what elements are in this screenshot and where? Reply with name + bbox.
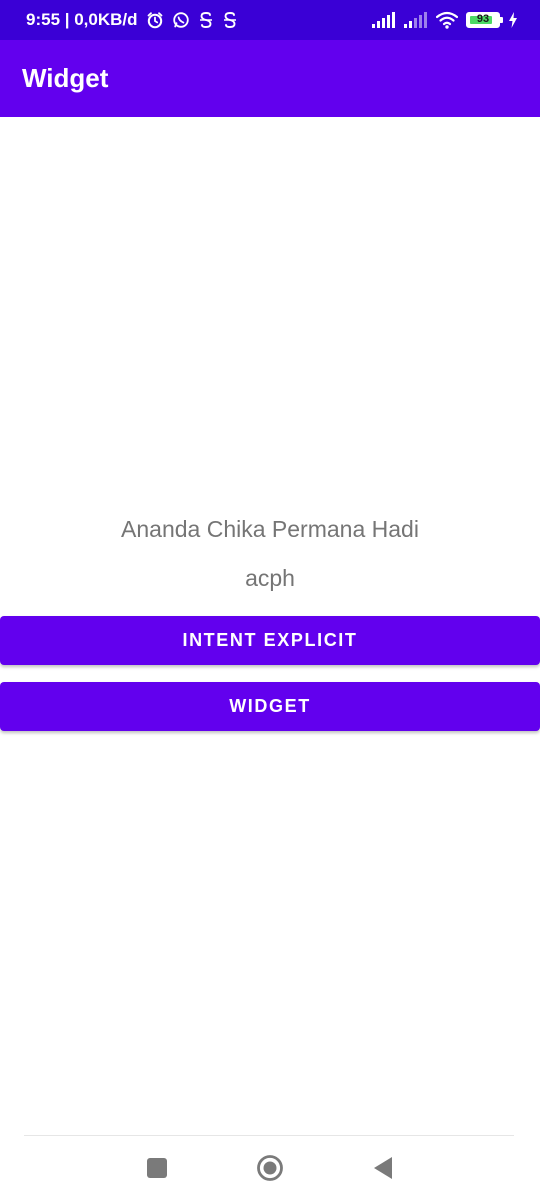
widget-button[interactable]: WIDGET	[0, 682, 540, 731]
status-time: 9:55 | 0,0KB/d	[26, 10, 138, 29]
status-right: 93	[372, 11, 518, 29]
nickname-text: acph	[245, 565, 295, 591]
s-app-icon	[223, 12, 236, 28]
status-left: 9:55 | 0,0KB/d	[26, 10, 238, 30]
back-icon	[374, 1157, 393, 1179]
back-button[interactable]	[363, 1148, 403, 1188]
widget-button-label: WIDGET	[229, 696, 311, 716]
s-app-icon	[199, 12, 212, 28]
alarm-icon	[147, 12, 162, 29]
charging-icon	[509, 12, 517, 28]
app-bar-title: Widget	[22, 63, 109, 93]
navigation-bar	[0, 1136, 540, 1200]
recents-icon	[146, 1158, 167, 1178]
battery-nub	[500, 17, 503, 23]
home-icon	[257, 1155, 283, 1181]
home-button[interactable]	[250, 1148, 290, 1188]
recents-button[interactable]	[137, 1148, 177, 1188]
battery-level: 93	[476, 13, 490, 25]
battery-icon: 93	[466, 12, 503, 28]
whatsapp-icon	[172, 12, 189, 28]
name-text: Ananda Chika Permana Hadi	[121, 516, 419, 542]
app-bar: Widget	[0, 40, 540, 117]
status-bar: 9:55 | 0,0KB/d 93	[0, 0, 540, 40]
intent-explicit-label: INTENT EXPLICIT	[182, 630, 358, 650]
signal-weak-icon	[404, 12, 427, 28]
intent-explicit-button[interactable]: INTENT EXPLICIT	[0, 616, 540, 665]
wifi-icon	[436, 11, 458, 29]
signal-icon	[372, 12, 395, 28]
